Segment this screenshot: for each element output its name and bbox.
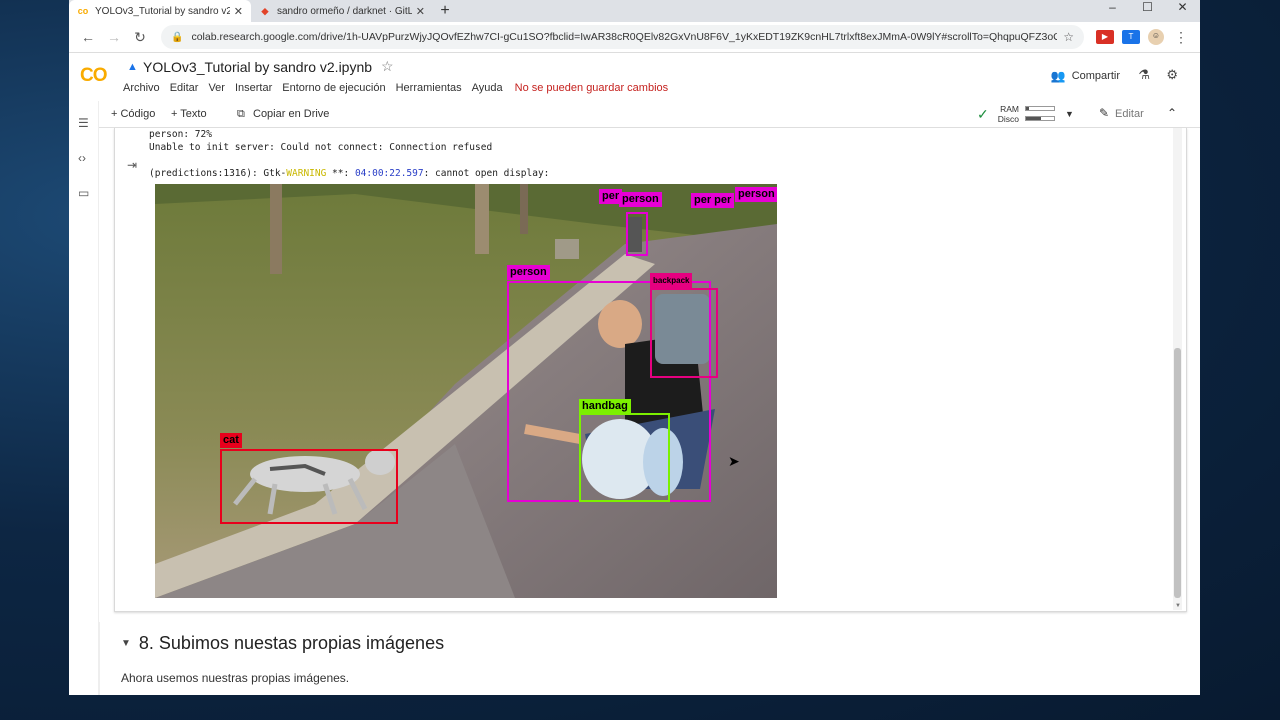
close-tab-icon[interactable]: ✕ — [416, 5, 425, 18]
files-folder-icon[interactable]: ▭ — [78, 186, 89, 200]
colab-logo[interactable]: CO — [80, 65, 107, 87]
add-text-button[interactable]: + Texto — [171, 108, 207, 120]
save-warning: No se pueden guardar cambios — [514, 82, 669, 94]
collapse-chevron-icon[interactable]: ⌃ — [1167, 106, 1177, 120]
ram-bar — [1025, 106, 1055, 111]
reload-icon[interactable]: ↻ — [127, 29, 153, 46]
edit-button[interactable]: Editar — [1115, 108, 1144, 120]
lock-icon: 🔒 — [171, 31, 184, 43]
output-line-3-suffix: : cannot open display: — [423, 168, 550, 179]
url-text: colab.research.google.com/drive/1h-UAVpP… — [191, 31, 1058, 43]
menu-ayuda[interactable]: Ayuda — [472, 82, 503, 94]
disk-bar — [1025, 116, 1055, 121]
browser-window: co YOLOv3_Tutorial by sandro v2.ipyn ✕ ◆… — [69, 0, 1200, 695]
section-heading: ▼ 8. Subimos nuestas propias imágenes — [121, 633, 444, 654]
pencil-icon: ✎ — [1099, 106, 1110, 120]
star-notebook-icon[interactable]: ☆ — [381, 58, 394, 75]
add-code-button[interactable]: + Código — [111, 108, 155, 120]
menu-bar: Archivo Editar Ver Insertar Entorno de e… — [123, 82, 678, 94]
detection-label-person: person — [507, 265, 550, 280]
back-icon[interactable]: ← — [75, 29, 101, 45]
detection-label-handbag: handbag — [579, 399, 631, 414]
output-line-3-prefix: (predictions:1316): Gtk- — [149, 168, 287, 179]
people-icon: 👥 — [1050, 69, 1066, 83]
output-actions-icon[interactable]: ⇥ — [127, 158, 137, 172]
profile-avatar[interactable]: ☺ — [1148, 29, 1164, 45]
cell-toolbar: + Código + Texto ⧉ Copiar en Drive ✓ RAM… — [99, 101, 1200, 128]
left-rail: ☰ ‹› ▭ — [69, 101, 99, 695]
menu-editar[interactable]: Editar — [170, 82, 199, 94]
minimize-icon[interactable]: – — [1095, 0, 1130, 22]
output-cell: ⇥ person: 72% Unable to init server: Cou… — [114, 128, 1187, 612]
close-window-icon[interactable]: ✕ — [1165, 0, 1200, 22]
detection-label-backpack: backpack — [650, 273, 693, 288]
detection-box-person-far — [626, 212, 648, 256]
browser-menu-icon[interactable]: ⋮ — [1168, 29, 1194, 46]
resources-indicator[interactable]: RAM Disco — [998, 104, 1055, 124]
section-title-text: 8. Subimos nuestas propias imágenes — [138, 633, 445, 653]
detection-label-person-far: person — [619, 192, 662, 207]
share-button[interactable]: 👥 Compartir — [1051, 69, 1120, 83]
tab-gitlab[interactable]: ◆ sandro ormeño / darknet · GitLab ✕ — [251, 0, 433, 22]
collapse-section-icon[interactable]: ▼ — [121, 638, 131, 649]
forward-icon[interactable]: → — [101, 29, 127, 45]
connected-check-icon: ✓ — [977, 106, 989, 122]
extension-red-icon[interactable]: ▶ — [1096, 30, 1114, 44]
detection-box-backpack — [650, 288, 718, 378]
gitlab-favicon-icon: ◆ — [261, 6, 269, 16]
output-line-1: person: 72% — [149, 129, 212, 140]
menu-entorno[interactable]: Entorno de ejecución — [282, 82, 385, 94]
copy-drive-icon: ⧉ — [237, 108, 245, 120]
tab-title: YOLOv3_Tutorial by sandro v2.ipyn — [95, 5, 230, 17]
bookmark-star-icon[interactable]: ☆ — [1063, 30, 1074, 44]
address-bar[interactable]: 🔒 colab.research.google.com/drive/1h-UAV… — [161, 25, 1084, 49]
scroll-down-arrow-icon[interactable]: ▼ — [1175, 603, 1181, 609]
detection-box-cat — [220, 449, 398, 524]
section-body-text: Ahora usemos nuestras propias imágenes. — [121, 671, 350, 685]
resources-dropdown-icon[interactable]: ▼ — [1065, 109, 1074, 119]
output-timestamp: 04:00:22.597 — [354, 168, 424, 179]
ram-bar-fill — [1026, 107, 1029, 110]
tab-colab[interactable]: co YOLOv3_Tutorial by sandro v2.ipyn ✕ — [69, 0, 251, 22]
detection-label-cat: cat — [220, 433, 242, 448]
predictions-image: person handbag cat backpack person per p… — [155, 184, 777, 598]
share-label: Compartir — [1071, 70, 1120, 82]
mouse-cursor-icon: ➤ — [728, 453, 740, 469]
code-snippets-icon[interactable]: ‹› — [78, 151, 86, 165]
disk-bar-fill — [1026, 117, 1042, 120]
menu-insertar[interactable]: Insertar — [235, 82, 272, 94]
detection-box-handbag — [579, 413, 670, 502]
menu-archivo[interactable]: Archivo — [123, 82, 160, 94]
ram-label: RAM — [1000, 104, 1019, 114]
menu-herramientas[interactable]: Herramientas — [396, 82, 462, 94]
colab-favicon-icon: co — [77, 6, 89, 16]
extension-blue-icon[interactable]: T — [1122, 30, 1140, 44]
output-text: person: 72% Unable to init server: Could… — [149, 128, 549, 180]
table-of-contents-icon[interactable]: ☰ — [78, 116, 89, 130]
flask-icon[interactable]: ⚗ — [1138, 67, 1150, 83]
output-scrollbar-thumb[interactable] — [1174, 348, 1181, 598]
close-tab-icon[interactable]: ✕ — [234, 5, 243, 18]
section-divider — [99, 622, 100, 695]
output-line-2: Unable to init server: Could not connect… — [149, 142, 493, 153]
detection-label-person-right: person — [735, 187, 777, 202]
drive-icon: ▲ — [127, 61, 138, 73]
colab-header: CO ▲ YOLOv3_Tutorial by sandro v2.ipynb … — [69, 53, 1200, 101]
tab-title: sandro ormeño / darknet · GitLab — [277, 5, 412, 17]
notebook-title[interactable]: YOLOv3_Tutorial by sandro v2.ipynb — [143, 59, 372, 75]
detection-label-per-per: per per — [691, 193, 735, 208]
disk-label: Disco — [997, 114, 1019, 124]
settings-gear-icon[interactable]: ⚙ — [1166, 67, 1178, 83]
menu-ver[interactable]: Ver — [208, 82, 225, 94]
maximize-icon[interactable]: ☐ — [1130, 0, 1165, 22]
window-controls: – ☐ ✕ — [1095, 0, 1200, 22]
new-tab-button[interactable]: + — [433, 0, 457, 22]
tab-strip: co YOLOv3_Tutorial by sandro v2.ipyn ✕ ◆… — [69, 0, 1200, 22]
browser-toolbar: ← → ↻ 🔒 colab.research.google.com/drive/… — [69, 22, 1200, 53]
copy-to-drive-button[interactable]: Copiar en Drive — [253, 108, 329, 120]
detection-label-per: per — [599, 189, 623, 204]
output-warning-word: WARNING — [286, 168, 327, 179]
output-line-3-mid: **: — [326, 168, 355, 179]
